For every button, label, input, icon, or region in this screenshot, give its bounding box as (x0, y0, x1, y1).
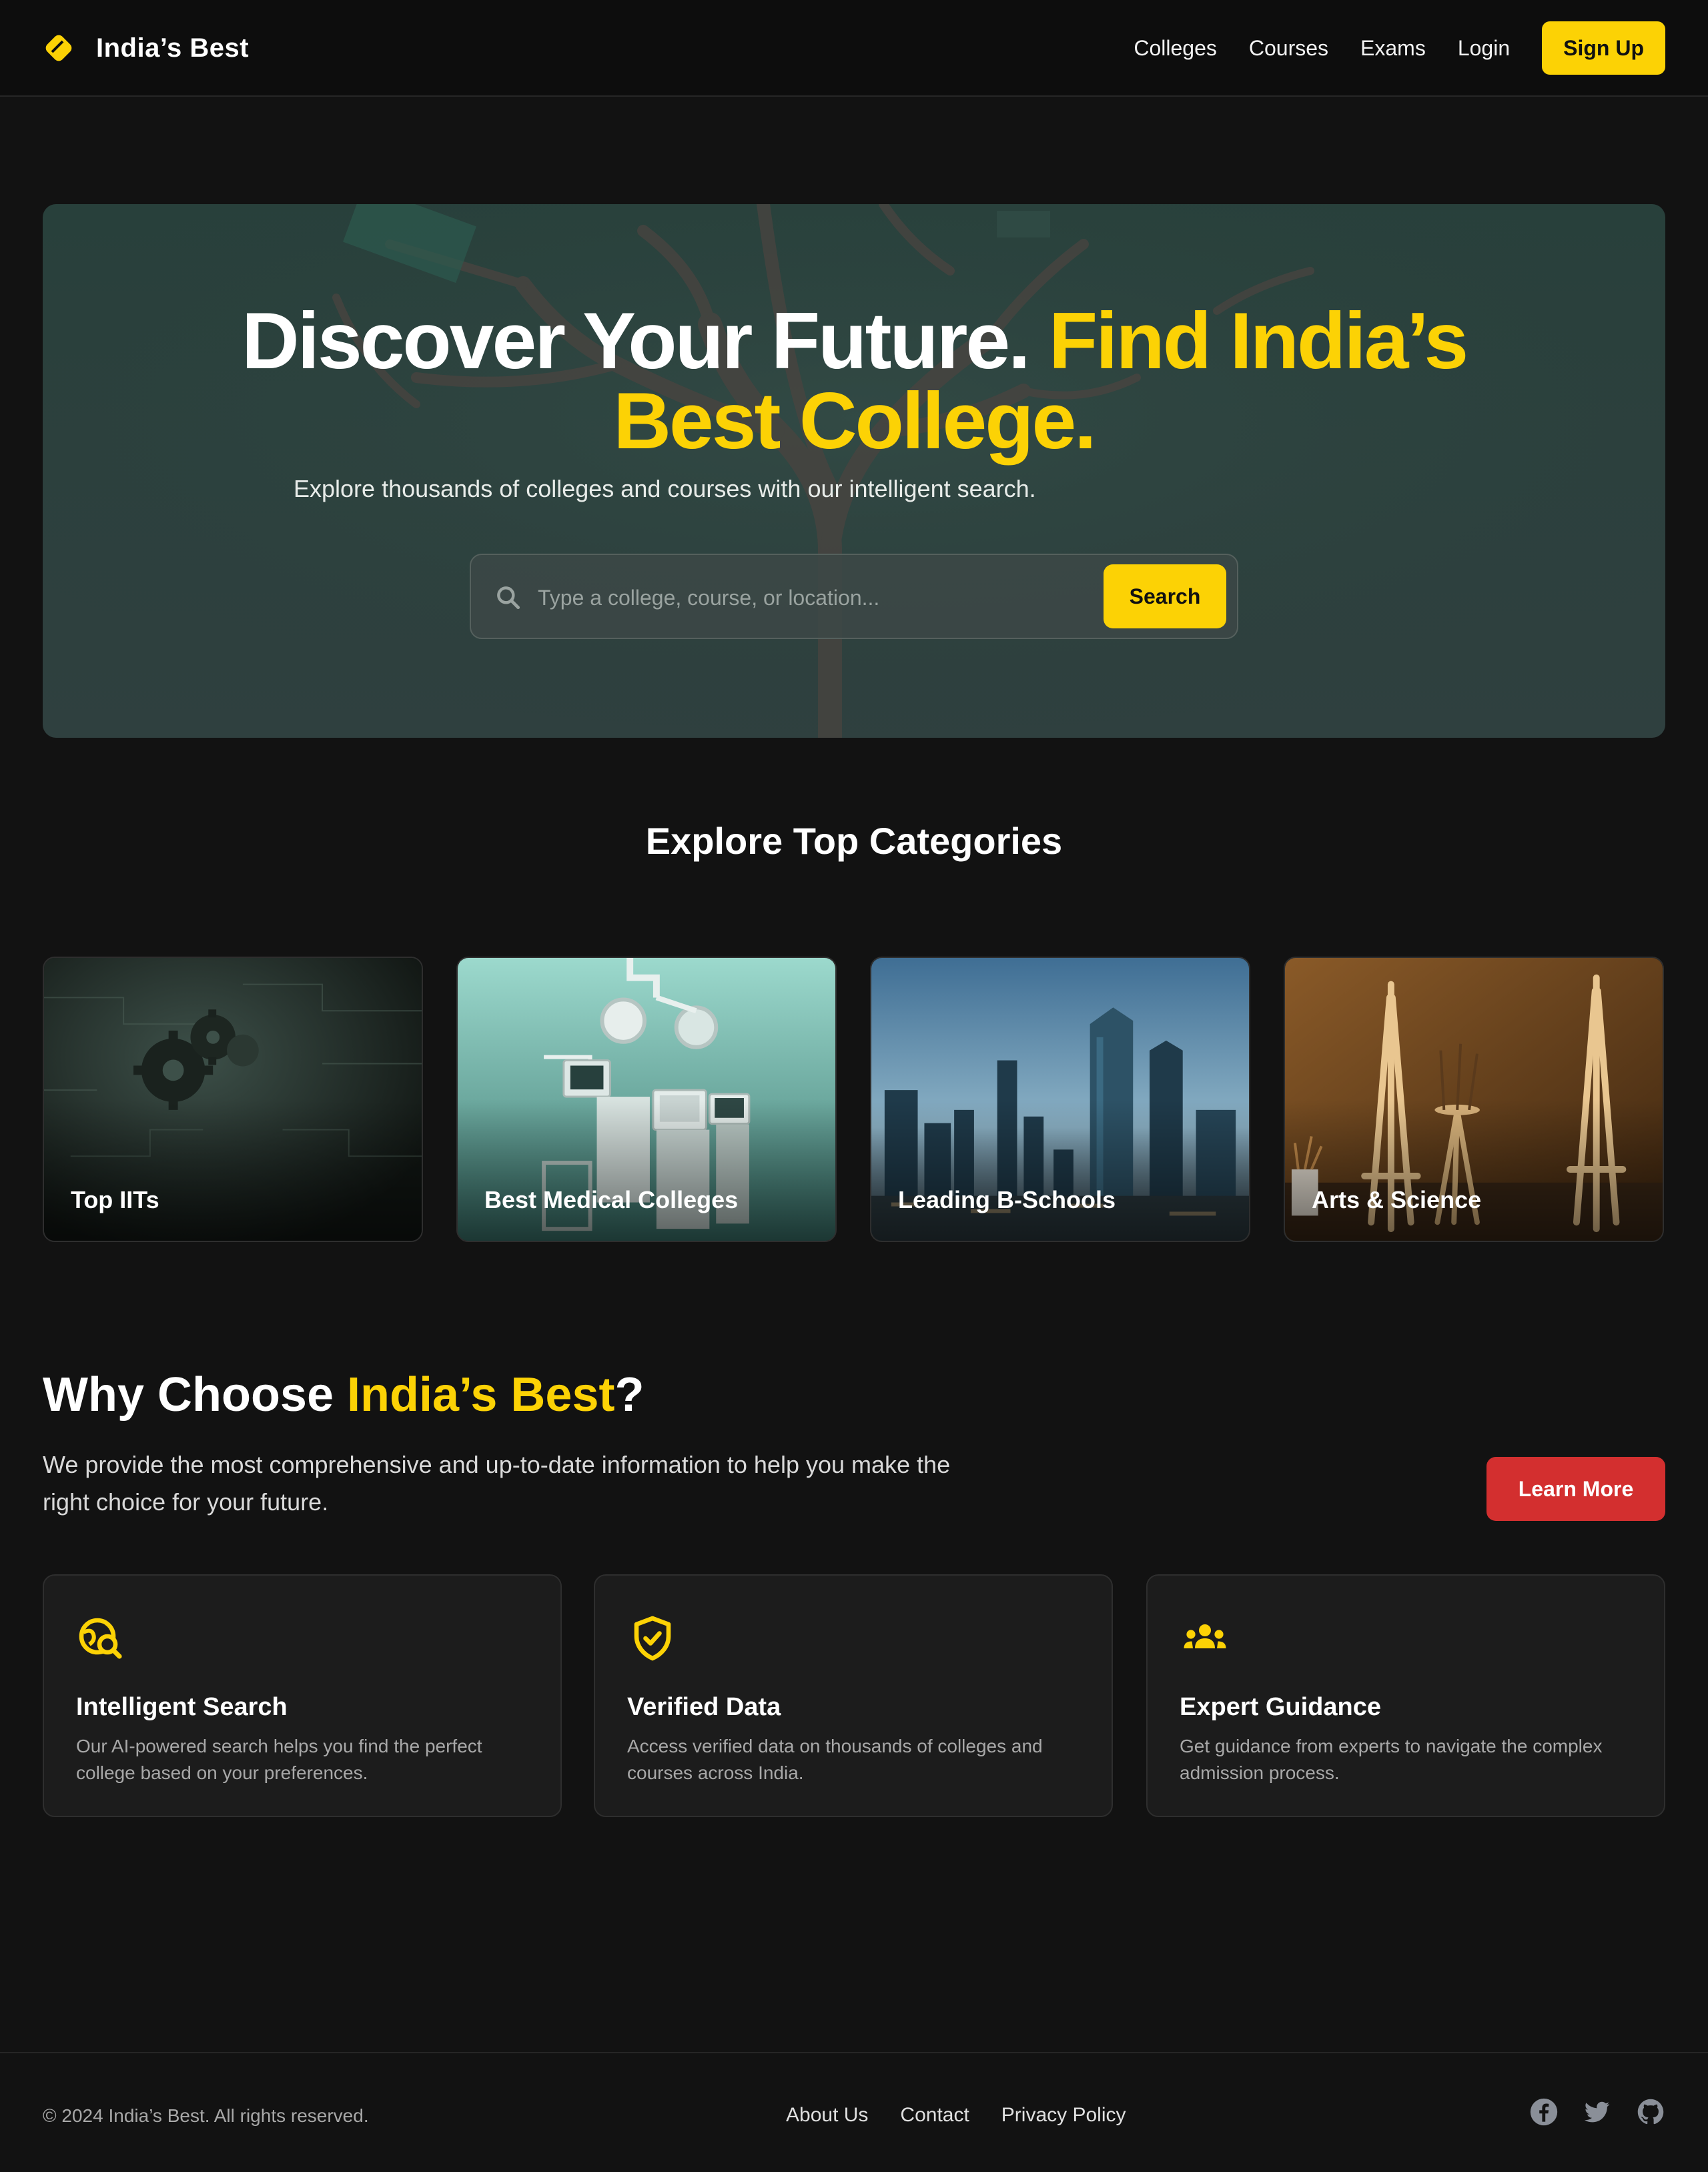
copyright-text: © 2024 India’s Best. All rights reserved… (43, 2105, 369, 2126)
brand-name: India’s Best (96, 33, 250, 63)
github-icon[interactable] (1636, 2097, 1665, 2127)
feature-card-search: Intelligent Search Our AI-powered search… (43, 1574, 562, 1817)
why-title-suffix: ? (614, 1368, 645, 1422)
category-label: Arts & Science (1312, 1186, 1482, 1213)
why-title-prefix: Why Choose (43, 1368, 348, 1422)
search-bar: Search (470, 554, 1238, 639)
site-footer: © 2024 India’s Best. All rights reserved… (0, 2052, 1708, 2172)
nav-courses[interactable]: Courses (1249, 36, 1328, 61)
category-card-bschools[interactable]: Leading B-Schools (870, 957, 1250, 1242)
why-title: Why Choose India’s Best? (43, 1368, 644, 1422)
main-nav: Colleges Courses Exams Login Sign Up (1102, 21, 1665, 75)
feature-title: Intelligent Search (76, 1693, 288, 1721)
search-globe-icon (79, 1618, 122, 1659)
feature-card-guidance: Expert Guidance Get guidance from expert… (1146, 1574, 1665, 1817)
feature-description: Our AI-powered search helps you find the… (76, 1736, 482, 1783)
category-shade (458, 1099, 835, 1241)
why-title-accent: India’s Best (347, 1368, 615, 1422)
hero-title-accent-1: Find India’s (1048, 296, 1468, 386)
footer-links: About Us Contact Privacy Policy (786, 2104, 1158, 2127)
brand-logo[interactable]: India’s Best (43, 29, 249, 67)
footer-link-contact[interactable]: Contact (900, 2104, 969, 2127)
group-icon (1184, 1624, 1226, 1648)
feature-card-verified: Verified Data Access verified data on th… (594, 1574, 1113, 1817)
nav-colleges[interactable]: Colleges (1134, 36, 1217, 61)
footer-link-privacy[interactable]: Privacy Policy (1001, 2104, 1126, 2127)
social-links (1505, 2097, 1665, 2127)
nav-login[interactable]: Login (1458, 36, 1510, 61)
category-card-iits[interactable]: Top IITs (43, 957, 423, 1242)
feature-title: Verified Data (627, 1693, 781, 1721)
category-card-medical[interactable]: Best Medical Colleges (456, 957, 837, 1242)
diamond-logo-icon (45, 35, 72, 61)
search-button[interactable]: Search (1104, 564, 1226, 628)
categories-title: Explore Top Categories (645, 820, 1063, 862)
signup-button[interactable]: Sign Up (1542, 21, 1665, 75)
feature-title: Expert Guidance (1180, 1693, 1381, 1721)
facebook-icon[interactable] (1529, 2097, 1559, 2127)
feature-description: Access verified data on thousands of col… (627, 1736, 1043, 1783)
hero-tree-background (43, 204, 1665, 738)
top-navbar: India’s Best Colleges Courses Exams Logi… (0, 0, 1708, 97)
hero-banner: Discover Your Future. Find India’s Best … (43, 204, 1665, 738)
why-description: We provide the most comprehensive and up… (43, 1451, 951, 1516)
hero-title-accent-2: Best College. (613, 376, 1096, 466)
category-label: Top IITs (71, 1186, 159, 1213)
twitter-icon[interactable] (1583, 2097, 1612, 2127)
nav-exams[interactable]: Exams (1360, 36, 1426, 61)
hero-title-white: Discover Your Future. (241, 296, 1031, 386)
feature-description: Get guidance from experts to navigate th… (1180, 1736, 1603, 1783)
learn-more-button[interactable]: Learn More (1486, 1457, 1665, 1521)
shield-check-icon (634, 1616, 671, 1661)
category-label: Leading B-Schools (898, 1186, 1116, 1213)
category-shade (871, 1099, 1249, 1241)
search-icon (497, 586, 520, 610)
hero-title: Discover Your Future. Find India’s Best … (43, 301, 1665, 461)
search-input[interactable] (538, 575, 1072, 620)
category-shade (44, 1099, 422, 1241)
hero-subtitle: Explore thousands of colleges and course… (294, 475, 1036, 502)
category-label: Best Medical Colleges (484, 1186, 739, 1213)
category-card-arts[interactable]: Arts & Science (1284, 957, 1664, 1242)
category-shade (1285, 1099, 1663, 1241)
footer-link-about[interactable]: About Us (786, 2104, 868, 2127)
